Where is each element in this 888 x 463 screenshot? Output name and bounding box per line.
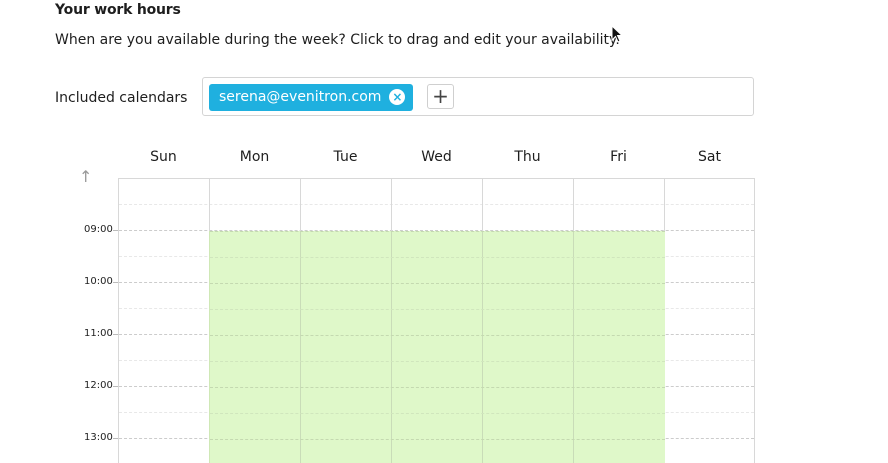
hour-tick xyxy=(113,334,118,335)
hour-tick xyxy=(113,438,118,439)
hour-line xyxy=(210,231,665,232)
half-hour-line xyxy=(210,257,665,258)
section-title: Your work hours xyxy=(55,2,181,18)
close-circle-icon[interactable]: × xyxy=(389,89,406,105)
included-calendars-field[interactable]: serena@evenitron.com × + xyxy=(202,77,754,116)
calendar-chip-email: serena@evenitron.com xyxy=(219,89,382,105)
half-hour-line xyxy=(210,361,665,362)
availability-column-divider xyxy=(482,231,483,463)
day-header-mon: Mon xyxy=(239,149,270,165)
included-calendars-label: Included calendars xyxy=(55,90,188,106)
section-description: When are you available during the week? … xyxy=(55,32,620,48)
hour-line xyxy=(210,335,665,336)
half-hour-line xyxy=(210,309,665,310)
availability-block[interactable] xyxy=(209,231,665,463)
mouse-pointer-icon xyxy=(611,25,623,43)
hour-tick xyxy=(113,230,118,231)
half-hour-line xyxy=(119,204,754,205)
availability-column-divider xyxy=(391,231,392,463)
add-calendar-button[interactable]: + xyxy=(427,84,454,109)
time-label-0900: 09:00 xyxy=(84,224,113,235)
day-header-sun: Sun xyxy=(150,149,177,165)
hour-line xyxy=(210,283,665,284)
hour-tick xyxy=(113,386,118,387)
availability-column-divider xyxy=(573,231,574,463)
day-header-thu: Thu xyxy=(514,149,541,165)
time-label-1300: 13:00 xyxy=(84,432,113,443)
calendar-chip: serena@evenitron.com × xyxy=(209,84,414,111)
hour-line xyxy=(210,387,665,388)
day-header-tue: Tue xyxy=(333,149,358,165)
half-hour-line xyxy=(210,413,665,414)
arrow-up-icon[interactable]: ↑ xyxy=(79,167,92,186)
day-header-fri: Fri xyxy=(610,149,627,165)
day-header-sat: Sat xyxy=(698,149,721,165)
time-label-1200: 12:00 xyxy=(84,380,113,391)
time-label-1000: 10:00 xyxy=(84,276,113,287)
availability-column-divider xyxy=(300,231,301,463)
availability-grid[interactable] xyxy=(118,178,755,463)
hour-line xyxy=(210,439,665,440)
hour-tick xyxy=(113,282,118,283)
time-label-1100: 11:00 xyxy=(84,328,113,339)
work-hours-page: Your work hours When are you available d… xyxy=(0,0,888,463)
plus-icon: + xyxy=(432,84,449,108)
day-header-wed: Wed xyxy=(421,149,452,165)
